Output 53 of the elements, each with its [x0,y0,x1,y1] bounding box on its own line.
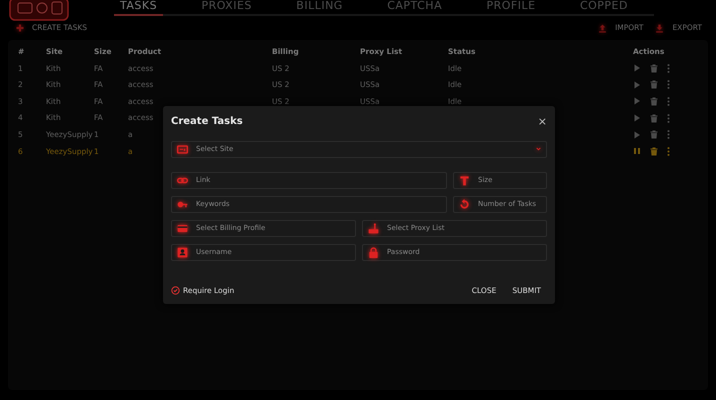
task-toggle-button[interactable] [633,130,641,139]
delete-button[interactable] [650,64,658,73]
key-icon [177,199,188,210]
trash-icon [650,64,658,73]
upload-icon [598,24,608,32]
link-icon [177,175,188,186]
more-button[interactable] [667,80,670,90]
task-toggle-button[interactable] [633,114,641,122]
delete-button[interactable] [650,96,658,106]
chevron-down-icon [535,146,542,153]
rotate-icon [459,199,470,210]
more-icon [667,80,670,90]
nav-tab[interactable]: PROXIES [195,0,258,14]
check-circle-icon [171,286,180,296]
task-toggle-button[interactable] [633,97,641,106]
nav-tab[interactable]: PROFILE [480,0,542,14]
delete-button[interactable] [650,80,658,90]
delete-button[interactable] [650,130,658,140]
more-icon [667,146,670,156]
trash-icon [650,130,658,140]
user-card-icon [177,247,188,258]
pause-icon [633,147,641,156]
trash-icon [650,114,658,123]
nav-tab[interactable]: TASKS [114,0,164,16]
logo-icon [8,0,70,24]
browser-window-icon [177,144,188,155]
download-icon [655,24,664,32]
more-icon [667,96,670,106]
trash-icon [650,96,658,106]
nav-tab[interactable]: COPPED [574,0,634,14]
close-button[interactable]: × [538,116,547,126]
delete-button[interactable] [650,146,658,156]
delete-button[interactable] [650,114,658,123]
more-icon [667,114,670,123]
dialog-title: Create Tasks [171,115,243,129]
nav-tab[interactable]: CAPTCHA [381,0,448,14]
task-toggle-button[interactable] [633,147,641,156]
plus-icon [16,24,24,32]
more-icon [667,130,670,140]
credit-card-icon [177,223,188,234]
task-toggle-button[interactable] [633,64,641,72]
more-button[interactable] [667,64,670,73]
task-toggle-button[interactable] [633,80,641,89]
trash-icon [650,80,658,90]
nav-tab[interactable]: BILLING [290,0,349,14]
more-button[interactable] [667,130,670,140]
more-button[interactable] [667,146,670,156]
router-icon [368,223,379,234]
more-icon [667,64,670,73]
trash-icon [650,146,658,156]
lock-icon [368,247,379,258]
more-button[interactable] [667,96,670,106]
more-button[interactable] [667,114,670,123]
